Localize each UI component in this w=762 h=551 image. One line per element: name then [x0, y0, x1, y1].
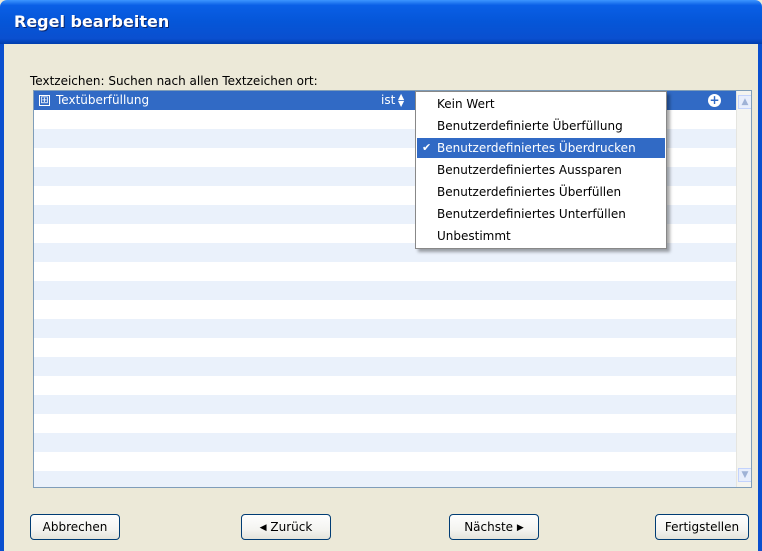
dropdown-item-label: Benutzerdefiniertes Überfüllen: [437, 185, 622, 199]
vertical-scrollbar[interactable]: ▲ ▼: [736, 91, 751, 487]
dropdown-item[interactable]: Benutzerdefiniertes Unterfüllen: [417, 204, 665, 224]
list-row: [34, 433, 736, 452]
back-button-label: Zurück: [270, 520, 313, 534]
dropdown-item-label: Benutzerdefiniertes Aussparen: [437, 163, 622, 177]
scroll-down-button[interactable]: ▼: [738, 468, 751, 482]
list-row: [34, 395, 736, 414]
cancel-button-label: Abbrechen: [42, 520, 108, 534]
rule-operator[interactable]: ist: [381, 93, 395, 107]
next-button[interactable]: Nächste ▶: [449, 514, 539, 540]
list-row: [34, 262, 736, 281]
dropdown-item[interactable]: Benutzerdefiniertes Aussparen: [417, 160, 665, 180]
cancel-button[interactable]: Abbrechen: [30, 514, 120, 540]
title-bar[interactable]: Regel bearbeiten: [0, 0, 762, 44]
list-row: [34, 319, 736, 338]
window-frame-right: [758, 44, 762, 551]
add-rule-icon[interactable]: +: [708, 94, 721, 107]
next-button-label: Nächste: [464, 520, 514, 534]
list-row: [34, 357, 736, 376]
list-row: [34, 300, 736, 319]
expand-icon[interactable]: ⊞: [39, 95, 50, 106]
list-row: [34, 471, 736, 487]
prompt-label: Textzeichen: Suchen nach allen Textzeich…: [30, 74, 318, 88]
dropdown-item-label: Benutzerdefiniertes Überdrucken: [437, 141, 636, 155]
arrow-left-icon: ◀: [259, 522, 267, 533]
list-row: [34, 376, 736, 395]
scroll-up-button[interactable]: ▲: [738, 95, 751, 109]
list-row: [34, 281, 736, 300]
list-row: [34, 414, 736, 433]
list-row: [34, 452, 736, 471]
window-title: Regel bearbeiten: [14, 12, 170, 31]
finish-button-label: Fertigstellen: [664, 520, 740, 534]
dropdown-item[interactable]: Benutzerdefiniertes Überfüllen: [417, 182, 665, 202]
finish-button[interactable]: Fertigstellen: [655, 514, 749, 540]
dropdown-item-label: Benutzerdefinierte Überfüllung: [437, 119, 623, 133]
dropdown-item[interactable]: Unbestimmt: [417, 226, 665, 246]
list-row: [34, 338, 736, 357]
back-button[interactable]: ◀ Zurück: [241, 514, 331, 540]
dropdown-item[interactable]: Kein Wert: [417, 94, 665, 114]
dropdown-item[interactable]: Benutzerdefinierte Überfüllung: [417, 116, 665, 136]
operator-stepper-icon[interactable]: ▲ ▼: [398, 93, 404, 108]
dropdown-item-label: Kein Wert: [437, 97, 495, 111]
dropdown-item-selected[interactable]: ✔ Benutzerdefiniertes Überdrucken: [417, 138, 665, 158]
dropdown-item-label: Benutzerdefiniertes Unterfüllen: [437, 207, 626, 221]
checkmark-icon: ✔: [422, 141, 432, 154]
rule-field[interactable]: Textüberfüllung: [56, 93, 149, 107]
operator-value-dropdown[interactable]: Kein Wert Benutzerdefinierte Überfüllung…: [415, 91, 667, 249]
arrow-right-icon: ▶: [516, 522, 524, 533]
dropdown-item-label: Unbestimmt: [437, 229, 511, 243]
